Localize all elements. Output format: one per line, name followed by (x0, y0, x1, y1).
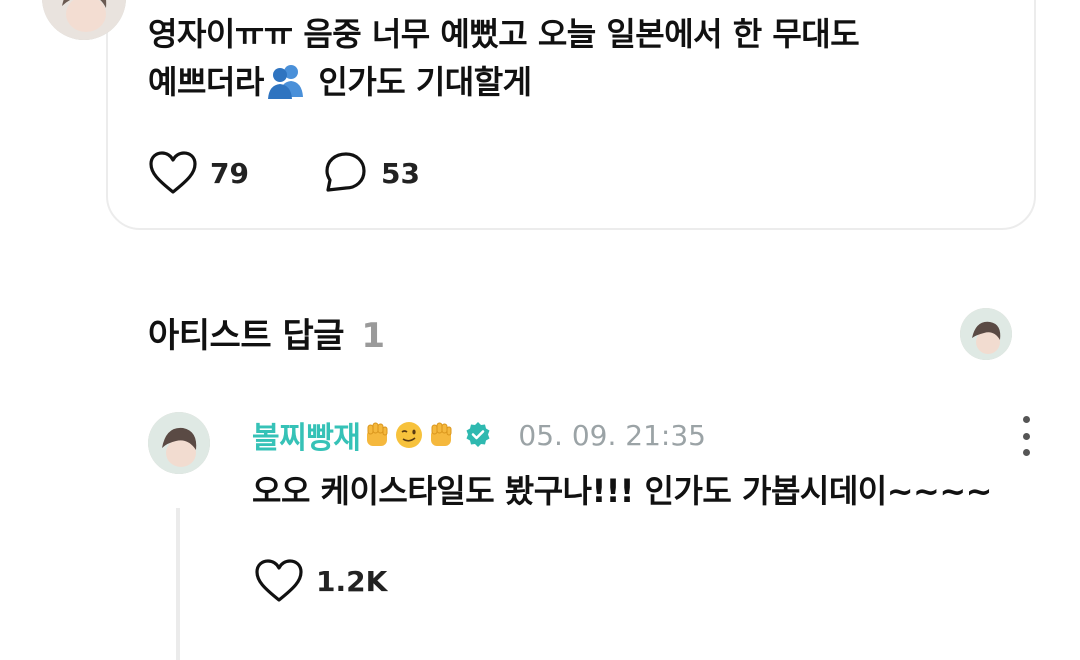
post-text-line1: 영자이ㅠㅠ 음중 너무 예뻤고 오늘 일본에서 한 무대도 (148, 15, 860, 53)
more-dot (1022, 432, 1030, 440)
post-comment-count: 53 (381, 156, 420, 190)
page: 영자이ㅠㅠ 음중 너무 예뻤고 오늘 일본에서 한 무대도 예쁘더라 인가도 기… (0, 0, 1080, 660)
post-like-button[interactable]: 79 (148, 150, 249, 196)
reply-author-avatar[interactable] (148, 412, 210, 474)
heart-icon (149, 151, 197, 194)
post-text-line2-a: 예쁘더라 (148, 63, 264, 101)
more-dot (1022, 416, 1030, 423)
post-like-count: 79 (210, 156, 249, 190)
artist-avatar[interactable] (960, 308, 1012, 360)
comment-bubble-icon (325, 152, 366, 192)
reply-date: 05. 09. 21:35 (518, 418, 706, 452)
reply-header: 볼찌빵재 05. 09. 21:35 (252, 413, 706, 457)
reply-like-button[interactable]: 1.2K (254, 558, 387, 604)
post-body: 영자이ㅠㅠ 음중 너무 예뻤고 오늘 일본에서 한 무대도 예쁘더라 인가도 기… (148, 10, 968, 106)
two-people-emoji-icon (267, 65, 303, 99)
reply-author-name[interactable]: 볼찌빵재 (252, 413, 361, 457)
artist-replies-title: 아티스트 답글 1 (148, 308, 385, 357)
reply-body: 오오 케이스타일도 봤구나!!! 인가도 가봅시데이~~~~ (252, 472, 992, 510)
post-text-line2-b: 인가도 기대할게 (307, 63, 532, 101)
winking-face-emoji-icon (396, 422, 423, 448)
heart-icon (255, 559, 303, 602)
more-dot (1022, 449, 1030, 456)
artist-replies-count: 1 (361, 316, 385, 356)
reply-thread-line (176, 508, 180, 660)
more-options-button[interactable] (1012, 416, 1040, 456)
verified-badge-icon (466, 422, 490, 447)
raised-fist-emoji-icon (431, 422, 452, 446)
post-comment-button[interactable]: 53 (323, 150, 420, 196)
reply-like-count: 1.2K (316, 564, 388, 598)
raised-fist-emoji-icon (367, 422, 388, 446)
artist-replies-label: 아티스트 답글 (148, 316, 345, 356)
